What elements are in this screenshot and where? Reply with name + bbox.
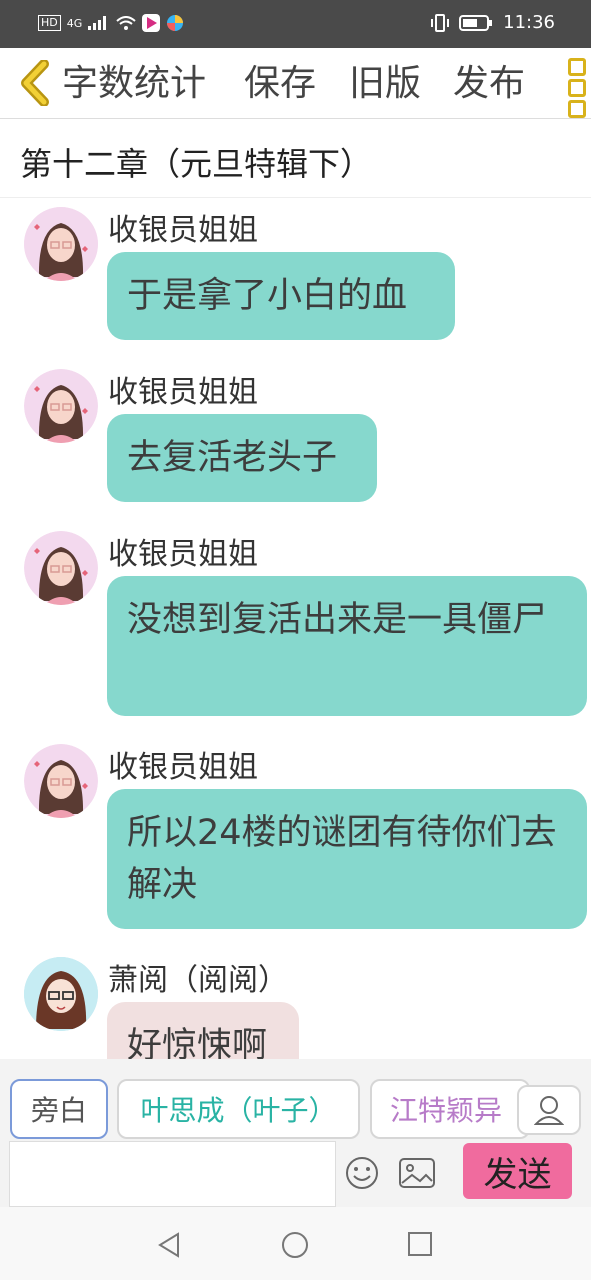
image-button[interactable] <box>398 1157 436 1189</box>
message-author: 收银员姐姐 <box>108 537 258 572</box>
avatar-cashier[interactable] <box>24 369 98 443</box>
send-button[interactable]: 发送 <box>463 1143 572 1199</box>
character-select-button[interactable] <box>517 1085 581 1135</box>
character-chip-ye-sicheng[interactable]: 叶思成（叶子） <box>117 1079 360 1139</box>
top-toolbar: 字数统计 保存 旧版 发布 <box>0 48 591 119</box>
chapter-title: 第十二章（元旦特辑下） <box>20 145 373 183</box>
message-item[interactable]: 萧阅（阅阅） 好惊悚啊 <box>0 947 591 1059</box>
nav-back-icon[interactable] <box>156 1231 182 1259</box>
battery-icon <box>459 14 493 31</box>
publish-button[interactable]: 发布 <box>453 62 525 106</box>
emoji-button[interactable] <box>344 1155 380 1191</box>
message-bubble[interactable]: 好惊悚啊 <box>107 1002 299 1059</box>
message-bubble[interactable]: 去复活老头子 <box>107 414 377 502</box>
status-bar: HD 4G 11:36 <box>0 0 591 48</box>
message-bubble[interactable]: 所以24楼的谜团有待你们去解决 <box>107 789 587 929</box>
character-chip-jiang-te[interactable]: 江特颖异 <box>370 1079 530 1139</box>
hd-indicator: HD <box>38 15 61 31</box>
person-icon <box>534 1096 564 1125</box>
app-icon <box>167 15 184 31</box>
nav-home-icon[interactable] <box>281 1231 309 1259</box>
composer-panel: 旁白 叶思成（叶子） 江特颖异 发送 <box>0 1059 591 1207</box>
more-menu-button[interactable] <box>568 58 588 118</box>
message-input[interactable] <box>9 1141 336 1207</box>
message-author: 收银员姐姐 <box>108 750 258 785</box>
network-indicator: 4G <box>66 16 83 30</box>
signal-icon <box>88 16 107 30</box>
avatar-cashier[interactable] <box>24 207 98 281</box>
word-count-button[interactable]: 字数统计 <box>62 62 206 106</box>
more-menu-icon <box>568 58 586 76</box>
old-version-button[interactable]: 旧版 <box>349 62 421 106</box>
back-button[interactable] <box>16 60 52 106</box>
message-item[interactable]: 收银员姐姐 去复活老头子 <box>0 359 591 511</box>
nav-recents-icon[interactable] <box>407 1231 433 1257</box>
clock: 11:36 <box>503 12 555 33</box>
video-app-icon <box>142 14 161 32</box>
save-button[interactable]: 保存 <box>244 62 316 106</box>
message-author: 收银员姐姐 <box>108 213 258 248</box>
message-bubble[interactable]: 于是拿了小白的血 <box>107 252 455 340</box>
chapter-title-bar[interactable]: 第十二章（元旦特辑下） <box>0 119 591 198</box>
avatar-cashier[interactable] <box>24 531 98 605</box>
system-nav-bar <box>0 1207 591 1280</box>
message-item[interactable]: 收银员姐姐 所以24楼的谜团有待你们去解决 <box>0 734 591 939</box>
avatar-cashier[interactable] <box>24 744 98 818</box>
message-author: 收银员姐姐 <box>108 375 258 410</box>
message-author: 萧阅（阅阅） <box>108 963 288 998</box>
message-item[interactable]: 收银员姐姐 于是拿了小白的血 <box>0 197 591 349</box>
message-item[interactable]: 收银员姐姐 没想到复活出来是一具僵尸 <box>0 521 591 726</box>
more-menu-icon-dot <box>568 79 586 97</box>
message-bubble[interactable]: 没想到复活出来是一具僵尸 <box>107 576 587 716</box>
character-chip-narrator[interactable]: 旁白 <box>10 1079 108 1139</box>
wifi-icon <box>116 16 136 30</box>
more-menu-icon-dot <box>568 100 586 118</box>
vibrate-icon <box>431 13 450 32</box>
avatar-xiaoyue[interactable] <box>24 957 98 1031</box>
